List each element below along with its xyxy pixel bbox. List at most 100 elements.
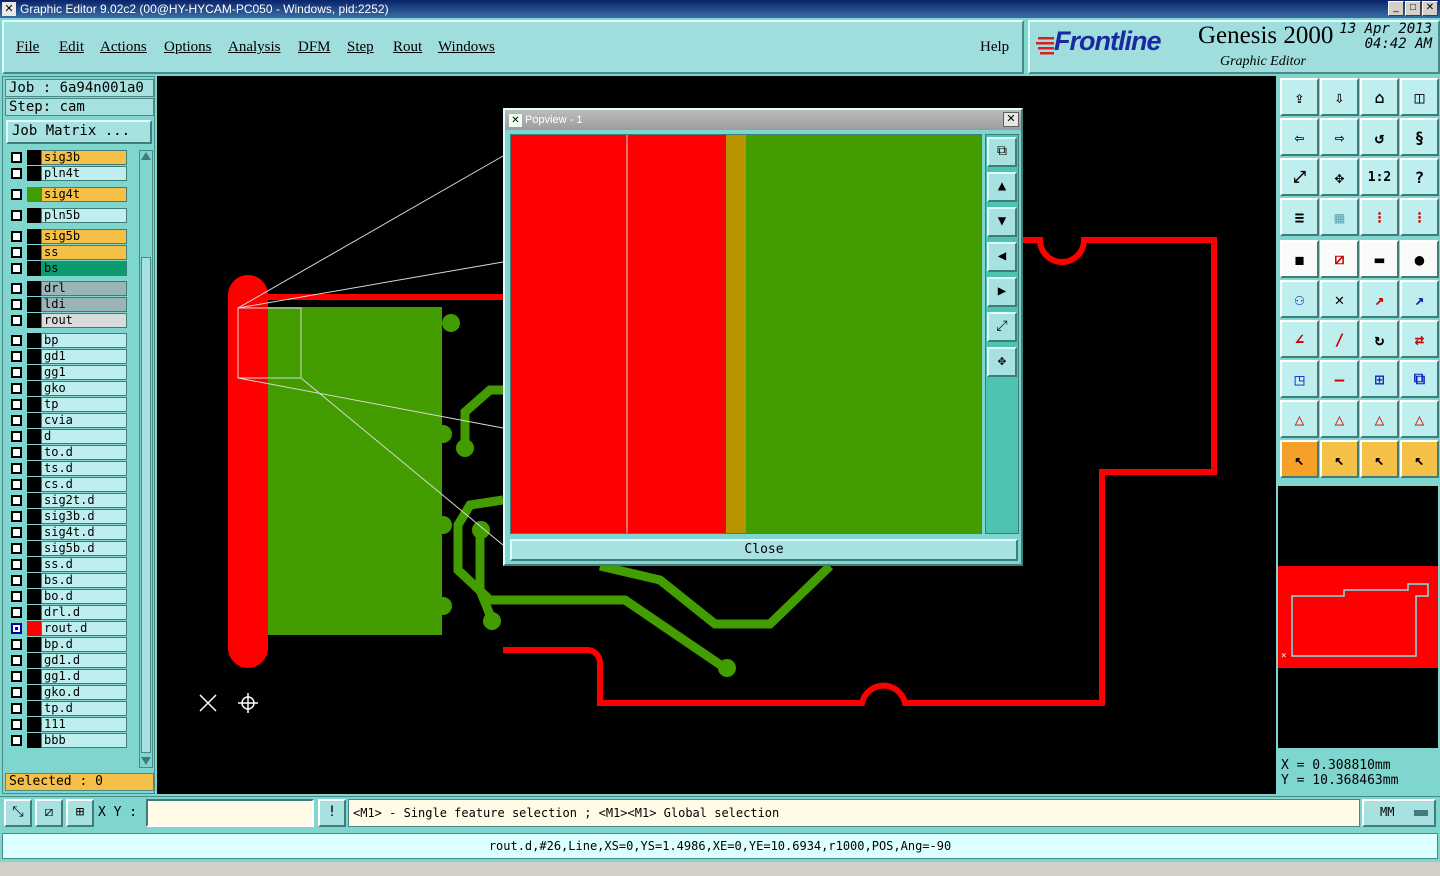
layer-row-gko[interactable]: gko xyxy=(6,381,130,396)
layer-row-drl-d[interactable]: drl.d xyxy=(6,605,130,620)
layer-checkbox[interactable] xyxy=(11,283,22,294)
layer-checkbox[interactable] xyxy=(11,495,22,506)
layer-color-swatch[interactable] xyxy=(27,365,41,380)
select-arrow-icon[interactable]: ↖ xyxy=(1280,440,1319,478)
layer-color-swatch[interactable] xyxy=(27,653,41,668)
layer-checkbox[interactable] xyxy=(11,367,22,378)
layer-checkbox[interactable] xyxy=(11,415,22,426)
popview-fit-icon[interactable]: ⧉ xyxy=(987,137,1017,167)
layer-row-tp-d[interactable]: tp.d xyxy=(6,701,130,716)
menu-file[interactable]: File xyxy=(16,39,39,56)
snap-features-icon[interactable]: ⁝ xyxy=(1360,198,1399,236)
layer-color-swatch[interactable] xyxy=(27,150,41,165)
layer-color-swatch[interactable] xyxy=(27,733,41,748)
undo-view-icon[interactable]: ↺ xyxy=(1360,118,1399,156)
popview-pan-right-icon[interactable]: ▶ xyxy=(987,277,1017,307)
zoom-center-icon[interactable]: ✥ xyxy=(1320,158,1359,196)
pan-right-icon[interactable]: ⇨ xyxy=(1320,118,1359,156)
layer-row-drl[interactable]: drl xyxy=(6,281,130,296)
job-matrix-button[interactable]: Job Matrix ... xyxy=(6,120,152,144)
layer-checkbox[interactable] xyxy=(11,479,22,490)
layer-color-swatch[interactable] xyxy=(27,187,41,202)
triangle-cut-icon[interactable]: △ xyxy=(1400,400,1439,438)
popview-window[interactable]: ✕ Popview - 1 ✕ ⧉ ▲ ▼ ◀ ▶ ⤢ ✥ Close xyxy=(503,108,1023,566)
layer-color-swatch[interactable] xyxy=(27,493,41,508)
angle-icon[interactable]: ∠ xyxy=(1280,320,1319,358)
layer-checkbox[interactable] xyxy=(11,591,22,602)
units-select[interactable]: MM xyxy=(1362,799,1436,827)
add-line-icon[interactable]: ⧄ xyxy=(1320,240,1359,278)
popview-pan-left-icon[interactable]: ◀ xyxy=(987,242,1017,272)
arc-icon[interactable]: ↻ xyxy=(1360,320,1399,358)
layer-checkbox[interactable] xyxy=(11,575,22,586)
layer-color-swatch[interactable] xyxy=(27,637,41,652)
layer-row-bbb[interactable]: bbb xyxy=(6,733,130,748)
layer-color-swatch[interactable] xyxy=(27,605,41,620)
layer-row-bp-d[interactable]: bp.d xyxy=(6,637,130,652)
layer-checkbox[interactable] xyxy=(11,168,22,179)
layer-checkbox[interactable] xyxy=(11,210,22,221)
layer-checkbox[interactable] xyxy=(11,447,22,458)
popview-zoom-in-icon[interactable]: ⤢ xyxy=(987,312,1017,342)
resize-icon[interactable]: ◳ xyxy=(1280,360,1319,398)
layer-color-swatch[interactable] xyxy=(27,621,41,636)
menu-dfm[interactable]: DFM xyxy=(298,39,331,56)
layer-color-swatch[interactable] xyxy=(27,685,41,700)
layer-checkbox[interactable] xyxy=(11,623,22,634)
layer-checkbox[interactable] xyxy=(11,189,22,200)
layer-checkbox[interactable] xyxy=(11,735,22,746)
layer-color-swatch[interactable] xyxy=(27,413,41,428)
change-symbol-icon[interactable]: ⧉ xyxy=(1400,360,1439,398)
overview-map[interactable]: × xyxy=(1278,486,1438,748)
layer-row-rout[interactable]: rout xyxy=(6,313,130,328)
popview-title-bar[interactable]: ✕ Popview - 1 ✕ xyxy=(505,110,1021,130)
menu-rout[interactable]: Rout xyxy=(393,39,422,56)
copy-icon[interactable]: ↗ xyxy=(1400,280,1439,318)
popview-pan-up-icon[interactable]: ▲ xyxy=(987,172,1017,202)
layer-checkbox[interactable] xyxy=(11,351,22,362)
layer-row-ldi[interactable]: ldi xyxy=(6,297,130,312)
zoom-ratio-icon[interactable]: 1:2 xyxy=(1360,158,1399,196)
layer-checkbox[interactable] xyxy=(11,703,22,714)
scroll-thumb[interactable] xyxy=(141,257,151,753)
layer-row-pln4t[interactable]: pln4t xyxy=(6,166,130,181)
layer-row-gd1-d[interactable]: gd1.d xyxy=(6,653,130,668)
xy-input[interactable] xyxy=(146,799,314,827)
layer-list-scrollbar[interactable] xyxy=(139,150,153,768)
layer-color-swatch[interactable] xyxy=(27,381,41,396)
layer-checkbox[interactable] xyxy=(11,335,22,346)
menu-help[interactable]: Help xyxy=(980,39,1009,56)
layer-checkbox[interactable] xyxy=(11,399,22,410)
popview-close-button[interactable]: Close xyxy=(510,539,1018,561)
layer-row-bs[interactable]: bs xyxy=(6,261,130,276)
scroll-up-icon[interactable] xyxy=(141,152,151,160)
layer-row-bp[interactable]: bp xyxy=(6,333,130,348)
layer-color-swatch[interactable] xyxy=(27,313,41,328)
layer-color-swatch[interactable] xyxy=(27,701,41,716)
select-zone-icon[interactable]: ↖ xyxy=(1360,440,1399,478)
layer-checkbox[interactable] xyxy=(11,431,22,442)
layer-color-swatch[interactable] xyxy=(27,525,41,540)
layer-row-sig5b-d[interactable]: sig5b.d xyxy=(6,541,130,556)
minimize-button[interactable]: _ xyxy=(1388,1,1404,16)
layer-checkbox[interactable] xyxy=(11,639,22,650)
popview-canvas[interactable] xyxy=(510,134,982,534)
layer-row-rout-d[interactable]: rout.d xyxy=(6,621,130,636)
layer-color-swatch[interactable] xyxy=(27,297,41,312)
layer-color-swatch[interactable] xyxy=(27,397,41,412)
split-icon[interactable]: — xyxy=(1320,360,1359,398)
grid-icon[interactable]: ▦ xyxy=(1320,198,1359,236)
layer-row-sig2t-d[interactable]: sig2t.d xyxy=(6,493,130,508)
layer-checkbox[interactable] xyxy=(11,671,22,682)
layer-color-swatch[interactable] xyxy=(27,557,41,572)
layer-color-swatch[interactable] xyxy=(27,333,41,348)
layer-color-swatch[interactable] xyxy=(27,429,41,444)
layer-color-swatch[interactable] xyxy=(27,461,41,476)
triangle-mid-icon[interactable]: △ xyxy=(1360,400,1399,438)
layer-checkbox[interactable] xyxy=(11,655,22,666)
redraw-icon[interactable]: § xyxy=(1400,118,1439,156)
zoom-window-icon[interactable]: ⤡ xyxy=(4,799,32,827)
layer-row-tp[interactable]: tp xyxy=(6,397,130,412)
help-icon[interactable]: ? xyxy=(1400,158,1439,196)
popview-zoom-out-icon[interactable]: ✥ xyxy=(987,347,1017,377)
